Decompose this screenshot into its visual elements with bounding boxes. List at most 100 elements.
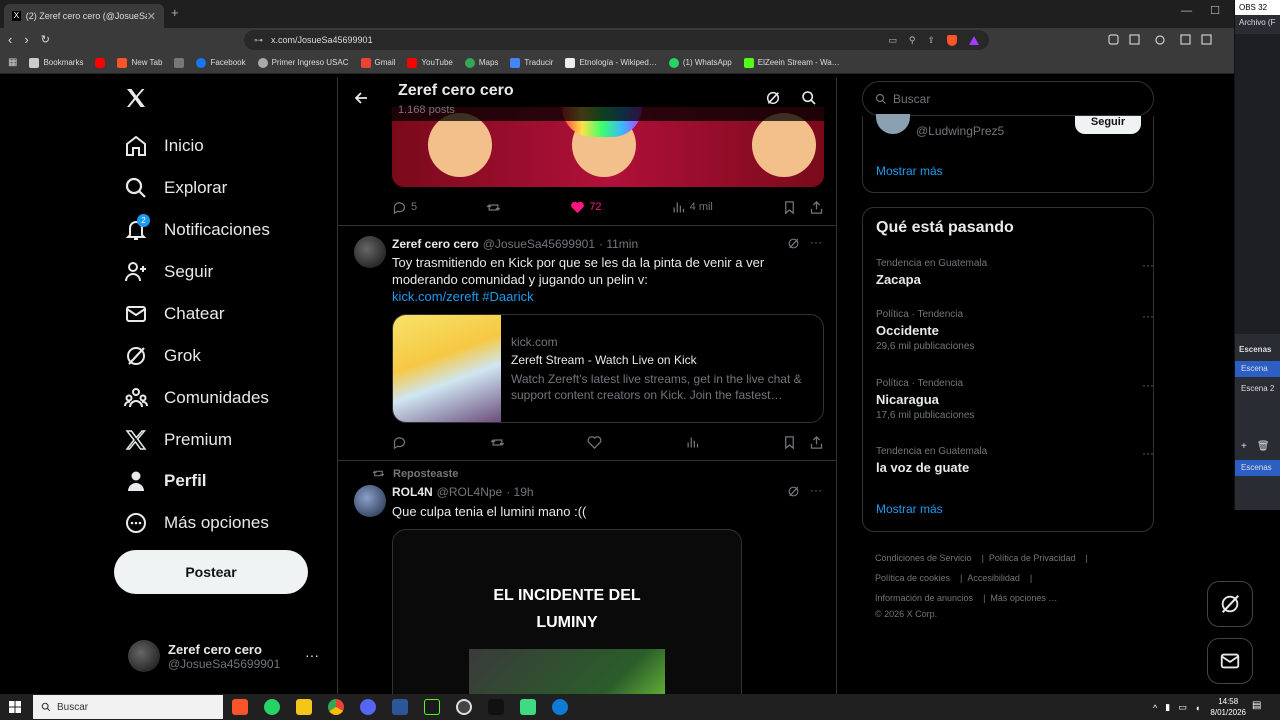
- forward-icon[interactable]: ›: [24, 32, 28, 47]
- nav-inicio[interactable]: Inicio: [124, 131, 204, 161]
- whatsapp-icon[interactable]: [264, 699, 280, 715]
- more-dots-icon[interactable]: ···: [1142, 446, 1154, 460]
- search-input[interactable]: Buscar: [862, 81, 1154, 116]
- network-icon[interactable]: ▭: [1178, 702, 1187, 713]
- author-name[interactable]: ROL4N: [392, 485, 433, 499]
- avatar[interactable]: [876, 114, 910, 134]
- obs-scene-item[interactable]: Escena 2: [1235, 381, 1280, 397]
- back-arrow-icon[interactable]: [354, 91, 368, 105]
- more-dots-icon[interactable]: ···: [810, 235, 822, 249]
- follow-button[interactable]: Seguir: [1075, 116, 1141, 134]
- new-tab-icon[interactable]: +: [171, 5, 179, 20]
- bookmark-item[interactable]: Maps: [464, 57, 498, 68]
- trend-item[interactable]: Política · Tendencia Nicaragua 17,6 mil …: [876, 378, 1154, 421]
- brave-icon[interactable]: [232, 699, 248, 715]
- footer-link[interactable]: Condiciones de Servicio: [875, 553, 972, 563]
- more-dots-icon[interactable]: ···: [1142, 378, 1154, 392]
- author-handle[interactable]: @ROL4Npe: [437, 485, 503, 499]
- nav-mas-opciones[interactable]: Más opciones: [124, 508, 269, 538]
- nav-explorar[interactable]: Explorar: [124, 173, 227, 203]
- obs-scene-item[interactable]: Escena: [1235, 361, 1280, 377]
- suggested-handle[interactable]: @LudwingPrez5: [916, 124, 1004, 138]
- brave-rewards-icon[interactable]: [969, 35, 979, 45]
- obs-trash-icon[interactable]: 🗑: [1257, 441, 1270, 452]
- bookmark-item[interactable]: (1) WhatsApp: [668, 57, 732, 68]
- trend-item[interactable]: Tendencia en Guatemala la voz de guate ·…: [876, 446, 1154, 475]
- bookmark-icon[interactable]: [782, 200, 797, 215]
- bookmark-item[interactable]: [174, 57, 185, 68]
- avatar[interactable]: [354, 485, 386, 517]
- bookmark-item[interactable]: ElZeein Stream - Wa…: [743, 57, 840, 68]
- volume-icon[interactable]: ◖: [1195, 703, 1200, 713]
- share-icon[interactable]: ⇪: [927, 35, 935, 46]
- grok-icon[interactable]: [765, 90, 781, 106]
- share-icon[interactable]: [809, 435, 824, 450]
- nav-premium[interactable]: Premium: [124, 425, 232, 455]
- edge-icon[interactable]: [552, 699, 568, 715]
- reload-icon[interactable]: ↻: [41, 33, 50, 46]
- audio-app-icon[interactable]: [488, 699, 504, 715]
- reply-button[interactable]: 5: [392, 200, 417, 215]
- like-button[interactable]: 72: [570, 200, 602, 215]
- author-handle[interactable]: @JosueSa45699901: [483, 237, 595, 251]
- grok-icon[interactable]: [787, 237, 800, 250]
- bookmark-icon[interactable]: [782, 435, 797, 450]
- trend-item[interactable]: Política · Tendencia Occidente 29,6 mil …: [876, 309, 1154, 352]
- nav-comunidades[interactable]: Comunidades: [124, 383, 269, 413]
- footer-link[interactable]: Política de Privacidad: [989, 553, 1076, 563]
- post-media[interactable]: EL INCIDENTE DEL LUMINY: [392, 529, 742, 694]
- search-icon[interactable]: [801, 90, 817, 106]
- obs-add-icon[interactable]: +: [1241, 441, 1247, 452]
- messages-fab[interactable]: [1207, 638, 1253, 684]
- show-more-link[interactable]: Mostrar más: [876, 502, 943, 516]
- share-icon[interactable]: [809, 200, 824, 215]
- x-logo-icon[interactable]: [124, 86, 148, 110]
- more-dots-icon[interactable]: ···: [1142, 309, 1154, 323]
- mic-icon[interactable]: ▮: [1165, 702, 1170, 713]
- more-dots-icon[interactable]: ···: [1142, 258, 1154, 272]
- bookmark-item[interactable]: Traducir: [510, 57, 553, 68]
- address-bar[interactable]: ⊶ x.com/JosueSa45699901 ▭ ⚲ ⇪: [244, 30, 989, 50]
- avatar[interactable]: [354, 236, 386, 268]
- taskbar-search[interactable]: Buscar: [33, 695, 223, 719]
- site-info-icon[interactable]: ⊶: [254, 35, 263, 46]
- more-dots-icon[interactable]: ···: [810, 483, 822, 497]
- repost-button[interactable]: [486, 200, 501, 215]
- obs-scenes-bar[interactable]: Escenas: [1235, 460, 1280, 476]
- nav-grok[interactable]: Grok: [124, 341, 201, 371]
- browser-tab[interactable]: X (2) Zeref cero cero (@JosueSa4… ✕: [4, 4, 164, 28]
- windows-start-icon[interactable]: [9, 701, 21, 713]
- obs-menu[interactable]: Archivo (F: [1235, 15, 1280, 30]
- bookmark-item[interactable]: Gmail: [360, 57, 395, 68]
- bookmark-item[interactable]: Primer Ingreso USAC: [257, 57, 349, 68]
- brave-shield-icon[interactable]: [947, 34, 957, 46]
- link-card[interactable]: kick.com Zereft Stream - Watch Live on K…: [392, 314, 824, 423]
- nav-seguir[interactable]: Seguir: [124, 257, 213, 287]
- tray-expand-icon[interactable]: ^: [1153, 703, 1157, 713]
- footer-link[interactable]: Accesibilidad: [967, 573, 1020, 583]
- post-time[interactable]: · 19h: [506, 485, 533, 499]
- zoom-icon[interactable]: ⚲: [909, 35, 916, 46]
- author-name[interactable]: Zeref cero cero: [392, 237, 479, 251]
- account-switcher[interactable]: Zeref cero cero @JosueSa45699901: [128, 640, 280, 672]
- grok-icon[interactable]: [787, 485, 800, 498]
- grok-fab[interactable]: [1207, 581, 1253, 627]
- footer-link[interactable]: Información de anuncios: [875, 593, 973, 603]
- reply-button[interactable]: [392, 435, 407, 450]
- post-time[interactable]: · 11min: [599, 237, 638, 251]
- notifications-icon[interactable]: ▤: [1252, 700, 1261, 711]
- more-dots-icon[interactable]: ···: [305, 647, 319, 663]
- maximize-icon[interactable]: ☐: [1210, 4, 1220, 17]
- clock[interactable]: 14:58 8/01/2026: [1210, 696, 1246, 718]
- bookmark-item[interactable]: Bookmarks: [29, 57, 83, 68]
- bookmark-item[interactable]: [95, 57, 106, 68]
- file-explorer-icon[interactable]: [296, 699, 312, 715]
- views-button[interactable]: [685, 435, 700, 450]
- chrome-icon[interactable]: [328, 699, 344, 715]
- app-icon[interactable]: [520, 699, 536, 715]
- discord-icon[interactable]: [360, 699, 376, 715]
- like-button[interactable]: [587, 435, 602, 450]
- post-link[interactable]: kick.com/zereft #Daarick: [392, 288, 534, 305]
- capcut-icon[interactable]: [424, 699, 440, 715]
- close-tab-icon[interactable]: ✕: [147, 10, 156, 23]
